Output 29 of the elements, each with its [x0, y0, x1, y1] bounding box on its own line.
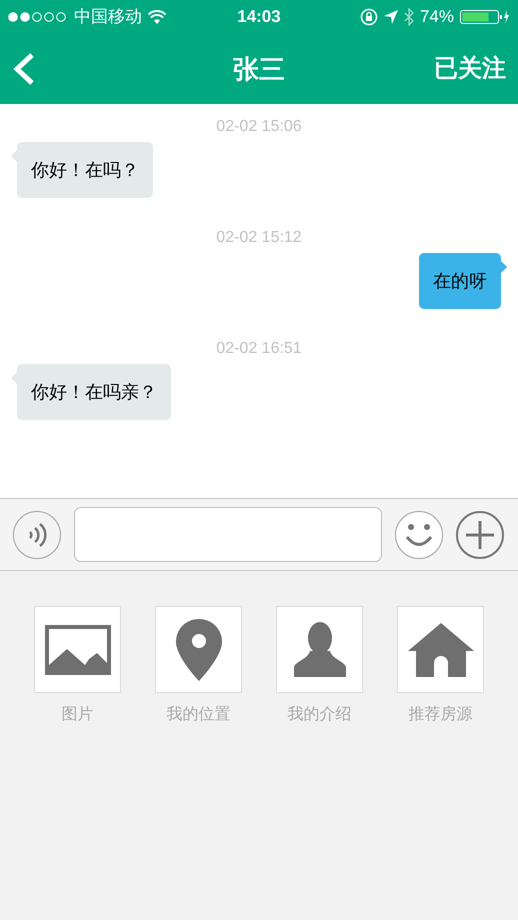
bluetooth-icon — [404, 8, 414, 26]
bubble-tail — [11, 150, 17, 162]
message-timestamp: 02-02 16:51 — [216, 340, 302, 358]
carrier-name: 中国移动 — [74, 6, 142, 28]
map-pin-icon — [176, 618, 222, 680]
emoji-button[interactable] — [395, 510, 443, 558]
person-icon — [292, 620, 348, 678]
bubble-tail — [11, 372, 17, 384]
rotation-lock-icon — [360, 8, 378, 26]
clock-time: 14:03 — [236, 6, 282, 28]
battery-charging-icon — [460, 9, 510, 25]
wifi-icon — [148, 10, 166, 24]
battery-percent: 74% — [420, 6, 454, 28]
bubble-tail — [501, 261, 507, 273]
signal-icon — [8, 12, 68, 22]
house-icon — [408, 622, 474, 676]
add-button[interactable] — [456, 510, 504, 558]
message-input-field[interactable] — [74, 507, 382, 562]
location-arrow-icon — [384, 10, 398, 24]
voice-button[interactable] — [13, 510, 61, 558]
chat-title: 张三 — [232, 52, 286, 86]
follow-status-button[interactable]: 已关注 — [426, 51, 506, 87]
back-icon — [12, 52, 36, 86]
message-timestamp: 02-02 15:12 — [216, 229, 302, 247]
smiley-icon — [404, 522, 434, 548]
plus-icon — [465, 520, 495, 550]
message-timestamp: 02-02 15:06 — [216, 118, 302, 136]
sound-waves-icon — [27, 522, 47, 548]
image-icon — [44, 624, 110, 674]
